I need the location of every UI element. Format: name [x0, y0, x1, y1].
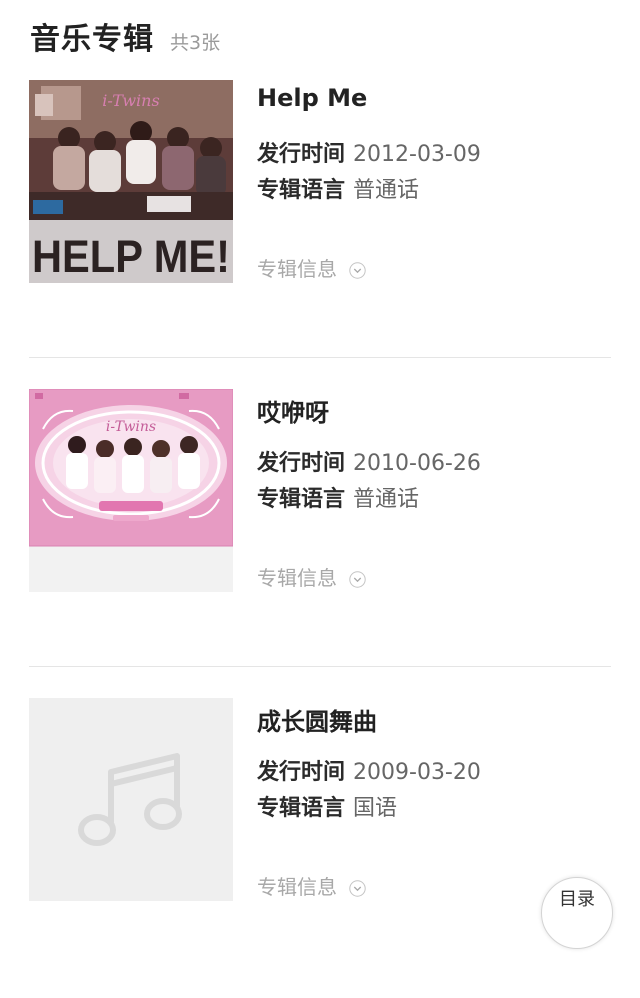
chevron-down-icon: [349, 260, 366, 279]
cover-logo: i-Twins: [102, 91, 159, 110]
toc-label: 目录: [559, 889, 595, 910]
language-value: 普通话: [353, 178, 420, 203]
album-info-toggle[interactable]: 专辑信息: [257, 253, 366, 282]
album-count: 共3张: [170, 32, 221, 54]
release-date-value: 2012-03-09: [353, 142, 481, 167]
album-cover[interactable]: i-Twins HELP ME!: [29, 80, 233, 283]
release-date-value: 2010-06-26: [353, 451, 481, 476]
page-title: 音乐专辑: [30, 22, 154, 57]
album-info-label: 专辑信息: [257, 875, 337, 899]
divider: [29, 357, 611, 358]
release-date-value: 2009-03-20: [353, 760, 481, 785]
cover-logo: i-Twins: [106, 419, 156, 435]
album-card[interactable]: i-Twins 哎咿呀 发行时间 2010-06-26 专辑语言 普通话 专辑信息: [0, 389, 640, 689]
language-label: 专辑语言: [257, 487, 346, 512]
language-row: 专辑语言 普通话: [257, 172, 419, 204]
album-card[interactable]: i-Twins HELP ME! Help Me 发行时间 2012-03-09 …: [0, 80, 640, 380]
album-info-toggle[interactable]: 专辑信息: [257, 871, 366, 900]
album-title[interactable]: 成长圆舞曲: [257, 702, 377, 737]
album-info-toggle[interactable]: 专辑信息: [257, 562, 366, 591]
release-date-label: 发行时间: [257, 760, 346, 785]
section-header: 音乐专辑 共3张: [30, 14, 221, 57]
divider: [29, 666, 611, 667]
language-label: 专辑语言: [257, 796, 346, 821]
album-title[interactable]: Help Me: [257, 84, 367, 112]
album-info-label: 专辑信息: [257, 566, 337, 590]
album-cover-placeholder[interactable]: [29, 698, 233, 901]
table-of-contents-button[interactable]: 目录: [541, 877, 613, 949]
cover-text: HELP ME!: [32, 231, 230, 282]
release-date-label: 发行时间: [257, 451, 346, 476]
language-row: 专辑语言 普通话: [257, 481, 419, 513]
language-row: 专辑语言 国语: [257, 790, 397, 822]
release-date-row: 发行时间 2009-03-20: [257, 754, 481, 786]
release-date-label: 发行时间: [257, 142, 346, 167]
album-title[interactable]: 哎咿呀: [257, 393, 329, 428]
release-date-row: 发行时间 2010-06-26: [257, 445, 481, 477]
album-info-label: 专辑信息: [257, 257, 337, 281]
album-card[interactable]: 成长圆舞曲 发行时间 2009-03-20 专辑语言 国语 专辑信息: [0, 698, 640, 998]
language-value: 国语: [353, 796, 398, 821]
language-value: 普通话: [353, 487, 420, 512]
chevron-down-icon: [349, 569, 366, 588]
album-cover[interactable]: i-Twins: [29, 389, 233, 592]
chevron-down-icon: [349, 878, 366, 897]
language-label: 专辑语言: [257, 178, 346, 203]
release-date-row: 发行时间 2012-03-09: [257, 136, 481, 168]
